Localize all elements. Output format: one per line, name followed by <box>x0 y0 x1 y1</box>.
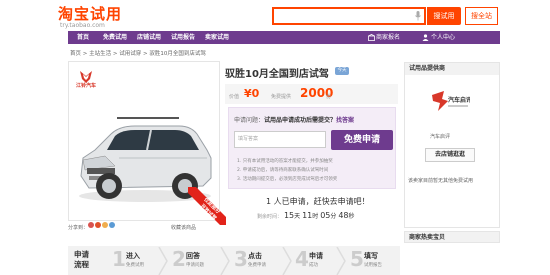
search-box <box>272 7 426 25</box>
microphone-icon[interactable] <box>415 11 421 21</box>
merchant-panel <box>404 62 500 228</box>
process-label-line2: 流程 <box>74 260 89 269</box>
process-label-line1: 申请 <box>74 250 89 259</box>
step-arrow-icon <box>282 247 292 275</box>
favorite-link[interactable]: 收藏该商品 <box>171 224 196 231</box>
countdown-seconds: 48 <box>338 211 349 220</box>
step-arrow-icon <box>220 247 230 275</box>
merchant-name: 汽车启评 <box>430 134 451 140</box>
merchant-empty-text: 该卖家目前暂无其他免费试用 <box>408 178 474 184</box>
share-weibo-icon[interactable] <box>88 222 94 228</box>
nav-item-free-trial[interactable]: 免费试用 <box>98 31 132 44</box>
step-title: 进入 <box>126 252 140 260</box>
share-label: 分享到： <box>68 225 89 231</box>
search-input[interactable] <box>274 9 404 23</box>
countdown-label: 剩余时间： <box>257 214 283 220</box>
apply-question-text: 试用品申请成功后需提交？ <box>264 117 337 124</box>
countdown: 剩余时间： 15天 11时 05分 48秒 <box>257 211 355 220</box>
share-qzone-icon[interactable] <box>95 222 101 228</box>
countdown-minutes: 05 <box>320 211 331 220</box>
free-quantity-label: 免费提供 <box>271 94 292 100</box>
answer-input[interactable]: 填写答案 <box>234 131 326 148</box>
free-apply-button[interactable]: 免费申请 <box>331 130 393 150</box>
step-subtitle: 免费试用 <box>126 263 144 268</box>
countdown-days-unit: 天 <box>294 213 301 220</box>
share-icons <box>88 222 116 230</box>
step-number: 4 <box>295 247 309 271</box>
free-quantity-unit: 份 <box>326 94 332 100</box>
nav-item-shop-trial[interactable]: 店铺试用 <box>132 31 166 44</box>
search-all-site-button[interactable]: 搜全站 <box>465 7 498 25</box>
countdown-minutes-unit: 分 <box>330 213 337 220</box>
svg-text:汽车启评: 汽车启评 <box>448 96 470 104</box>
step-subtitle: 申请问题 <box>186 263 204 268</box>
countdown-seconds-unit: 秒 <box>348 213 355 220</box>
countdown-days: 15 <box>283 211 295 220</box>
nav-item-home[interactable]: 首页 <box>68 31 98 44</box>
price-value: ¥0 <box>244 87 260 100</box>
share-wangwang-icon[interactable] <box>102 222 108 228</box>
apply-question: 申请问题：试用品申请成功后需提交？找答案 <box>234 115 354 124</box>
nav-personal-center[interactable]: 个人中心 <box>431 31 471 44</box>
apply-note: 2. 申请成功后，请等待商家联系确认试驾时间 <box>237 168 329 173</box>
trial-title: 驭胜10月全国到店试驾 <box>225 69 329 80</box>
brand-logo-text: 江铃汽车 <box>76 83 97 89</box>
step-subtitle: 免费申请 <box>248 263 266 268</box>
share-more-icon[interactable] <box>109 222 115 228</box>
step-arrow-icon <box>158 247 168 275</box>
step-subtitle: 试用报告 <box>364 263 382 268</box>
search-button[interactable]: 搜试用 <box>427 7 461 25</box>
countdown-hours: 11 <box>302 211 313 220</box>
title-badge: 今天 <box>335 67 349 75</box>
breadcrumb[interactable]: 首页 > 主站生活 > 试用试穿 > 驭胜10月全国到店试驾 <box>70 49 206 57</box>
apply-count: 1 人已申请，赶快去申请吧！ <box>266 197 370 206</box>
step-arrow-icon <box>336 247 346 275</box>
corner-ribbon: 仅此部分 开放试驾 <box>188 187 226 225</box>
step-title: 申请 <box>309 252 323 260</box>
merchant-panel-header: 试用品提供商 <box>405 63 499 75</box>
step-number: 5 <box>350 247 364 271</box>
merchant-logo[interactable]: 汽车启评 <box>430 89 470 115</box>
process-label: 申请 流程 <box>74 250 89 270</box>
find-answer-link[interactable]: 找答案 <box>336 117 354 124</box>
user-icon <box>422 34 429 41</box>
nav-merchant-register[interactable]: 商家报名 <box>376 31 416 44</box>
apply-note: 1. 只有本试用活动的答案才能提交，并参加抽奖 <box>237 159 333 164</box>
step-number: 2 <box>172 247 186 271</box>
price-label: 价值 <box>229 94 240 100</box>
apply-question-prefix: 申请问题： <box>234 117 265 124</box>
step-number: 1 <box>112 247 126 271</box>
step-number: 3 <box>234 247 248 271</box>
visit-shop-button[interactable]: 去店铺逛逛 <box>425 148 475 162</box>
step-title: 点击 <box>248 252 262 260</box>
main-nav: 首页 免费试用 店铺试用 试用报告 卖家试用 商家报名 个人中心 <box>68 31 500 44</box>
nav-item-seller-trial[interactable]: 卖家试用 <box>200 31 234 44</box>
step-subtitle: 成功 <box>309 263 318 268</box>
hot-items-header: 商家热卖宝贝 <box>404 231 500 243</box>
nav-item-trial-report[interactable]: 试用报告 <box>166 31 200 44</box>
countdown-hours-unit: 时 <box>312 213 319 220</box>
step-title: 填写 <box>364 252 378 260</box>
apply-note: 3. 活动期间提交后，必须到店完成试驾后才可领奖 <box>237 177 338 182</box>
site-logo[interactable]: 淘宝试用 <box>58 3 122 24</box>
site-url: try.taobao.com <box>60 22 105 29</box>
merchant-register-icon <box>368 34 375 41</box>
step-title: 回答 <box>186 252 200 260</box>
